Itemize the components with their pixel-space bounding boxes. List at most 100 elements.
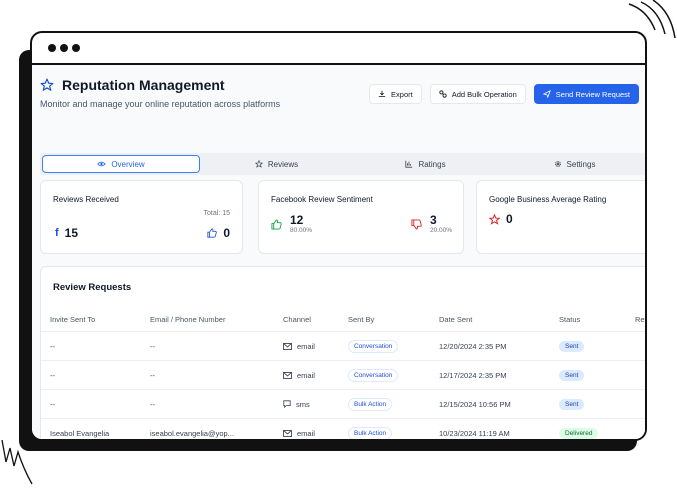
sent-by-badge: Conversation <box>348 368 399 382</box>
review-requests-table: Review Requests Invite Sent To Email / P… <box>40 266 645 439</box>
mail-icon <box>283 429 292 437</box>
status-cell: Sent <box>559 332 585 360</box>
status-cell: Sent <box>559 390 585 418</box>
thumbs-up-icon <box>271 219 282 230</box>
window-dot <box>72 44 80 52</box>
channel-cell: email <box>283 419 315 439</box>
table-row[interactable]: -- -- email Conversation 12/17/2024 2:35 PM S… <box>41 360 645 389</box>
positive-count: 12 <box>290 213 304 227</box>
card-title: Google Business Average Rating <box>489 195 607 204</box>
download-icon <box>378 90 386 97</box>
export-label: Export <box>391 89 413 99</box>
table-row[interactable]: -- -- sms Bulk Action 12/15/2024 10:56 PM Sen… <box>41 389 645 418</box>
invite-name: -- <box>50 370 55 380</box>
tab-reviews[interactable]: Reviews <box>202 155 351 173</box>
status-badge: Sent <box>559 340 585 352</box>
tab-label: Ratings <box>418 159 446 169</box>
sent-by-cell: Bulk Action <box>348 390 393 418</box>
mail-icon <box>283 342 292 350</box>
channel-cell: email <box>283 361 315 389</box>
sent-by-badge: Conversation <box>348 339 399 353</box>
tab-overview[interactable]: Overview <box>42 155 200 173</box>
google-rating-card: Google Business Average Rating 0 <box>476 180 645 254</box>
column-header: Status <box>559 314 581 324</box>
tab-label: Overview <box>111 159 145 169</box>
link-icon <box>439 90 447 98</box>
sent-by-badge: Bulk Action <box>348 426 393 439</box>
card-title: Reviews Received <box>53 195 119 204</box>
tab-label: Settings <box>566 159 596 169</box>
contact-value: -- <box>150 399 155 409</box>
column-header: Email / Phone Number <box>150 314 226 324</box>
sent-by-badge: Bulk Action <box>348 397 393 411</box>
contact-value: -- <box>150 370 155 380</box>
table-title: Review Requests <box>53 282 132 293</box>
thumbs-down-icon <box>411 219 422 230</box>
positive-count: 0 <box>223 226 230 240</box>
contact-value: -- <box>150 341 155 351</box>
mail-icon <box>283 371 292 379</box>
facebook-icon: f <box>55 227 59 239</box>
total-count: Total: 15 <box>203 210 230 217</box>
date-sent: 12/17/2024 2:35 PM <box>439 370 507 380</box>
eye-icon <box>97 161 107 167</box>
main-content: Reputation Management Monitor and manage… <box>32 65 645 439</box>
invite-name: -- <box>50 341 55 351</box>
column-header: Sent By <box>348 314 375 324</box>
channel-label: email <box>297 370 315 380</box>
status-badge: Delivered <box>559 427 599 439</box>
negative-count: 3 <box>430 213 437 227</box>
sent-by-cell: Conversation <box>348 361 399 389</box>
date-sent: 12/20/2024 2:35 PM <box>439 341 507 351</box>
sent-by-cell: Conversation <box>348 332 399 360</box>
send-icon <box>542 90 551 98</box>
tab-ratings[interactable]: Ratings <box>351 155 500 173</box>
star-icon <box>40 78 54 91</box>
bar-chart-icon <box>405 160 413 168</box>
window-dot <box>60 44 68 52</box>
card-title: Facebook Review Sentiment <box>271 195 373 204</box>
tab-settings[interactable]: Settings <box>500 155 645 173</box>
window-dot <box>48 44 56 52</box>
negative-percent: 20.00% <box>430 227 453 234</box>
header-actions: Export Add Bulk Operation Send Review Re… <box>369 84 639 104</box>
page-title: Reputation Management <box>62 77 225 93</box>
bulk-label: Add Bulk Operation <box>451 89 517 99</box>
column-header: Invite Sent To <box>50 314 96 324</box>
sent-by-cell: Bulk Action <box>348 419 393 439</box>
status-cell: Sent <box>559 361 585 389</box>
gear-icon <box>554 161 561 167</box>
contact-value: iseabol.evangelia@yop... <box>150 428 234 438</box>
send-review-request-button[interactable]: Send Review Request <box>533 84 639 104</box>
reviews-received-card: Reviews Received Total: 15 f 15 0 <box>40 180 243 254</box>
column-header: Channel <box>283 314 311 324</box>
google-rating: 0 <box>506 212 513 226</box>
date-sent: 10/23/2024 11:19 AM <box>439 428 510 438</box>
channel-label: email <box>297 428 315 438</box>
status-cell: Delivered <box>559 419 599 439</box>
positive-percent: 80.00% <box>290 227 313 234</box>
send-label: Send Review Request <box>555 89 630 99</box>
table-row[interactable]: Iseabol Evangelia iseabol.evangelia@yop..… <box>41 418 645 439</box>
date-sent: 12/15/2024 10:56 PM <box>439 399 511 409</box>
table-row[interactable]: -- -- email Conversation 12/20/2024 2:35 PM S… <box>41 331 645 360</box>
app-window: Reputation Management Monitor and manage… <box>30 31 647 441</box>
column-header: Date Sent <box>439 314 473 324</box>
add-bulk-operation-button[interactable]: Add Bulk Operation <box>429 84 526 104</box>
channel-label: sms <box>296 399 310 409</box>
star-icon <box>254 160 263 168</box>
column-header: Ret <box>635 314 645 324</box>
export-button[interactable]: Export <box>369 84 422 104</box>
facebook-count: 15 <box>64 226 79 240</box>
channel-label: email <box>297 341 315 351</box>
channel-cell: sms <box>283 390 310 418</box>
status-badge: Sent <box>559 369 585 381</box>
status-badge: Sent <box>559 398 585 410</box>
facebook-sentiment-card: Facebook Review Sentiment 12 80.00% 3 20… <box>258 180 464 254</box>
window-titlebar <box>32 33 645 65</box>
tab-bar: Overview Reviews Ratings Settings <box>40 153 645 175</box>
star-icon <box>489 213 500 225</box>
thumbs-up-icon <box>207 228 218 238</box>
tab-label: Reviews <box>267 159 299 169</box>
table-header: Invite Sent To Email / Phone Number Chan… <box>41 309 645 329</box>
